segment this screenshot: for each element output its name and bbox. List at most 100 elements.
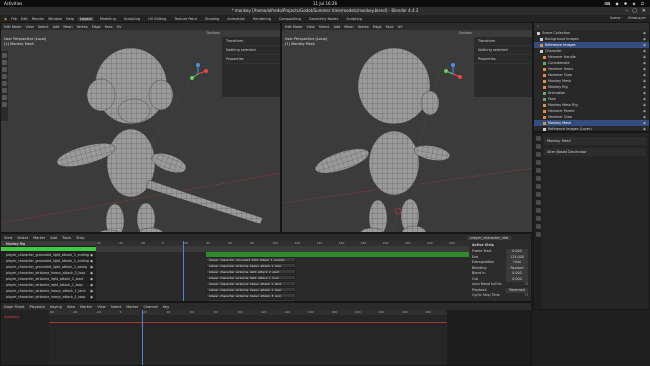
- system-tray[interactable]: ⌨ ◆ ✱ ◈ ⏻: [604, 1, 646, 6]
- navigation-gizmo-icon[interactable]: [187, 63, 209, 85]
- navigation-gizmo-icon[interactable]: [442, 63, 464, 85]
- constraints-tab-icon[interactable]: [535, 216, 541, 221]
- data-tab-icon[interactable]: [535, 224, 541, 229]
- object-tab-icon[interactable]: [535, 184, 541, 189]
- blender-logo-icon[interactable]: ◉: [4, 17, 7, 21]
- menu-add[interactable]: Add: [53, 25, 60, 29]
- menu-uv[interactable]: UV: [117, 25, 122, 29]
- menu-key[interactable]: Key: [163, 305, 169, 309]
- menu-view[interactable]: View: [306, 25, 314, 29]
- menu-edge[interactable]: Edge: [92, 25, 101, 29]
- tab-geometry-nodes[interactable]: Geometry Nodes: [307, 17, 341, 21]
- menu-view-2[interactable]: View: [97, 305, 105, 309]
- menu-track[interactable]: Track: [62, 236, 71, 240]
- menu-vertex[interactable]: Vertex: [77, 25, 88, 29]
- tab-rendering[interactable]: Rendering: [251, 17, 273, 21]
- menu-view[interactable]: View: [67, 305, 75, 309]
- clock[interactable]: 11 Jul 16:26: [0, 1, 650, 6]
- menu-select-2[interactable]: Select: [111, 305, 122, 309]
- timeline-track-area[interactable]: -60 -40 -20 0 20 40 60 80 100 120 140 160 180 200 220 2…: [49, 310, 447, 365]
- scene-selector[interactable]: Scene · ViewLayer: [606, 16, 646, 20]
- view-layer-tab-icon[interactable]: [535, 160, 541, 165]
- scale-tool-icon[interactable]: [2, 81, 7, 86]
- tab-shading[interactable]: Shading: [203, 17, 221, 21]
- measure-tool-icon[interactable]: [2, 102, 7, 107]
- menu-window[interactable]: Window: [48, 17, 62, 21]
- nla-strip[interactable]: player_character_grounded_light_attack_1…: [206, 257, 296, 262]
- menu-vertex[interactable]: Vertex: [358, 25, 369, 29]
- menu-file[interactable]: File: [11, 17, 17, 21]
- select-tool-icon[interactable]: [2, 53, 7, 58]
- scene-tab-icon[interactable]: [535, 168, 541, 173]
- menu-add[interactable]: Add: [50, 236, 57, 240]
- checkbox-icon[interactable]: ☐: [525, 293, 528, 299]
- world-tab-icon[interactable]: [535, 176, 541, 181]
- viewport-left[interactable]: Edit Mode View Select Add Mesh Vertex Ed…: [0, 22, 281, 233]
- nla-strip[interactable]: player_character_airborne_heavy_attack_1…: [206, 287, 296, 292]
- menu-add[interactable]: Add: [334, 25, 341, 29]
- output-tab-icon[interactable]: [535, 152, 541, 157]
- nla-strip[interactable]: player_character_airborne_light_attack_2…: [206, 269, 296, 274]
- panel-transform[interactable]: Transform: [474, 37, 532, 46]
- panel-properties[interactable]: Properties: [474, 55, 532, 64]
- physics-tab-icon[interactable]: [535, 208, 541, 213]
- editor-mode[interactable]: Dope Sheet: [4, 305, 24, 309]
- tab-texture-paint[interactable]: Texture Paint: [172, 17, 199, 21]
- close-button[interactable]: ✕: [642, 7, 646, 15]
- menu-marker-2[interactable]: Marker: [126, 305, 138, 309]
- tab-scripting[interactable]: Scripting: [344, 17, 364, 21]
- nla-strip[interactable]: player_character_airborne_heavy_attack_1…: [206, 281, 296, 286]
- menu-select[interactable]: Select: [17, 236, 28, 240]
- minimize-button[interactable]: –: [626, 7, 629, 15]
- modifier-tab-icon[interactable]: [535, 192, 541, 197]
- strip-field-value[interactable]: 0.000: [506, 271, 528, 277]
- timeline-frame-ruler[interactable]: -60 -40 -20 0 20 40 60 80 100 120 140 160 180 200 220 2…: [49, 310, 447, 315]
- mode-selector[interactable]: Edit Mode: [285, 25, 302, 29]
- tab-sculpting[interactable]: Sculpting: [122, 17, 142, 21]
- particles-tab-icon[interactable]: [535, 200, 541, 205]
- summary-channel[interactable]: Summary: [1, 315, 49, 320]
- nla-strip[interactable]: player_character_airborne_heavy_attack_3…: [206, 293, 296, 298]
- panel-transform[interactable]: Transform: [222, 37, 280, 46]
- object-name-field[interactable]: Monkey Mesh: [544, 137, 646, 145]
- tab-animation[interactable]: Animation: [225, 17, 247, 21]
- menu-uv[interactable]: UV: [398, 25, 403, 29]
- nla-track-area[interactable]: -60 -40 -20 0 20 40 60 80 100 120 140 160 180 200 220 2…: [96, 241, 469, 301]
- tab-modeling[interactable]: Modeling: [98, 17, 118, 21]
- tab-compositing[interactable]: Compositing: [277, 17, 303, 21]
- menu-render[interactable]: Render: [32, 17, 44, 21]
- menu-view[interactable]: View: [4, 236, 12, 240]
- strip-field-value[interactable]: Hold: [506, 260, 528, 266]
- menu-mesh[interactable]: Mesh: [344, 25, 353, 29]
- outliner-search-icon[interactable]: ⌕: [537, 24, 539, 28]
- action-name-field[interactable]: player_character_idle: [467, 235, 511, 240]
- menu-edit[interactable]: Edit: [21, 17, 28, 21]
- menu-select[interactable]: Select: [38, 25, 49, 29]
- tab-uv-editing[interactable]: UV Editing: [146, 17, 168, 21]
- menu-marker[interactable]: Marker: [80, 305, 92, 309]
- menu-view[interactable]: View: [25, 25, 33, 29]
- nla-strip[interactable]: player_character_airborne_heavy_attack_1…: [206, 263, 296, 268]
- menu-marker[interactable]: Marker: [33, 236, 45, 240]
- mode-selector[interactable]: Edit Mode: [4, 25, 21, 29]
- menu-face[interactable]: Face: [386, 25, 394, 29]
- tool-tab-icon[interactable]: [535, 136, 541, 141]
- cursor-tool-icon[interactable]: [2, 60, 7, 65]
- viewport-right[interactable]: Edit Mode View Select Add Mesh Vertex Ed…: [281, 22, 533, 233]
- menu-strip[interactable]: Strip: [76, 236, 84, 240]
- rotate-tool-icon[interactable]: [2, 74, 7, 79]
- options-dropdown[interactable]: Options: [458, 31, 472, 35]
- material-tab-icon[interactable]: [535, 232, 541, 237]
- menu-face[interactable]: Face: [105, 25, 113, 29]
- tab-layout[interactable]: Layout: [77, 16, 94, 21]
- menu-keying[interactable]: Keying: [50, 305, 62, 309]
- strip-field-value[interactable]: 0.000: [506, 249, 528, 255]
- panel-properties[interactable]: Properties: [222, 55, 280, 64]
- timeline-playhead[interactable]: [141, 310, 143, 365]
- menu-help[interactable]: Help: [66, 17, 74, 21]
- checkbox-icon[interactable]: ☐: [525, 282, 528, 288]
- maximize-button[interactable]: ▢: [632, 7, 637, 15]
- modifier-panel[interactable]: Alter Based Decimator: [544, 148, 646, 156]
- annotate-tool-icon[interactable]: [2, 95, 7, 100]
- nla-strip[interactable]: player_character_airborne_light_attack_1…: [206, 275, 296, 280]
